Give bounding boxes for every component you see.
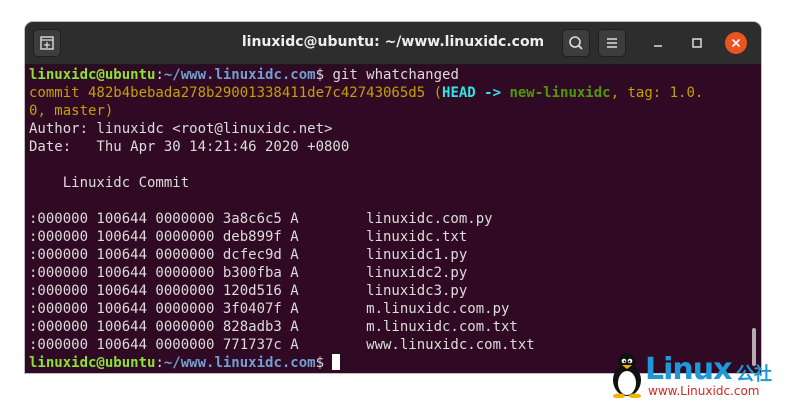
commit-tag: , tag: 1.0.: [610, 85, 704, 101]
date-line: Date: Thu Apr 30 14:21:46 2020 +0800: [29, 139, 350, 155]
commit-line: commit 482b4bebada278b29001338411de7c427…: [29, 84, 703, 102]
change-row: :000000 100644 0000000 dcfec9d A linuxid…: [29, 247, 468, 263]
change-row: :000000 100644 0000000 deb899f A linuxid…: [29, 229, 468, 245]
change-row: :000000 100644 0000000 3f0407f A m.linux…: [29, 301, 510, 317]
prompt-line: linuxidc@ubuntu:~/www.linuxidc.com$ git …: [29, 66, 459, 84]
commit-line-wrap: 0, master): [29, 102, 113, 120]
commit-message: Linuxidc Commit: [29, 175, 190, 191]
prompt-user: linuxidc@ubuntu: [29, 355, 156, 371]
prompt-line-current: linuxidc@ubuntu:~/www.linuxidc.com$: [29, 354, 341, 372]
watermark-url: www.Linuxidc.com: [648, 384, 760, 398]
change-row: :000000 100644 0000000 120d516 A linuxid…: [29, 283, 468, 299]
minimize-button[interactable]: [647, 32, 669, 54]
tux-penguin-icon: [613, 353, 641, 398]
commit-paren-open: (: [433, 85, 443, 101]
commit-head: HEAD ->: [442, 85, 510, 101]
change-row: :000000 100644 0000000 771737c A www.lin…: [29, 337, 535, 353]
terminal-window: linuxidc@ubuntu: ~/www.linuxidc.com linu…: [25, 22, 761, 373]
commit-hash: commit 482b4bebada278b29001338411de7c427…: [29, 85, 434, 101]
prompt-path: ~/www.linuxidc.com: [163, 67, 316, 83]
close-button[interactable]: [725, 32, 747, 54]
command-text: git whatchanged: [324, 67, 459, 83]
author-line: Author: linuxidc <root@linuxidc.net>: [29, 121, 333, 137]
maximize-button[interactable]: [686, 32, 708, 54]
watermark-logo: Linux: [645, 352, 732, 387]
title-bar: linuxidc@ubuntu: ~/www.linuxidc.com: [25, 22, 761, 65]
maximize-icon: [692, 38, 702, 48]
commit-master: , master: [37, 103, 105, 119]
prompt-separator: :: [155, 67, 164, 83]
prompt-user: linuxidc@ubuntu: [29, 67, 156, 83]
change-row: :000000 100644 0000000 b300fba A linuxid…: [29, 265, 468, 281]
text-cursor: [332, 354, 341, 370]
prompt-separator: :: [155, 355, 164, 371]
menu-button[interactable]: [598, 29, 626, 57]
prompt-symbol: $: [315, 67, 325, 83]
close-icon: [731, 38, 741, 48]
commit-paren-close: ): [104, 103, 114, 119]
search-button[interactable]: [562, 29, 590, 57]
prompt-symbol: $: [315, 355, 325, 371]
watermark-logo-cn: 公社: [736, 364, 772, 385]
commit-branch: new-linuxidc: [509, 85, 611, 101]
hamburger-menu-icon: [607, 38, 617, 48]
minimize-icon: [654, 45, 662, 47]
terminal-output[interactable]: linuxidc@ubuntu:~/www.linuxidc.com$ git …: [25, 65, 761, 373]
change-row: :000000 100644 0000000 828adb3 A m.linux…: [29, 319, 518, 335]
change-row: :000000 100644 0000000 3a8c6c5 A linuxid…: [29, 211, 493, 227]
prompt-path: ~/www.linuxidc.com: [163, 355, 316, 371]
search-icon: [569, 36, 583, 50]
